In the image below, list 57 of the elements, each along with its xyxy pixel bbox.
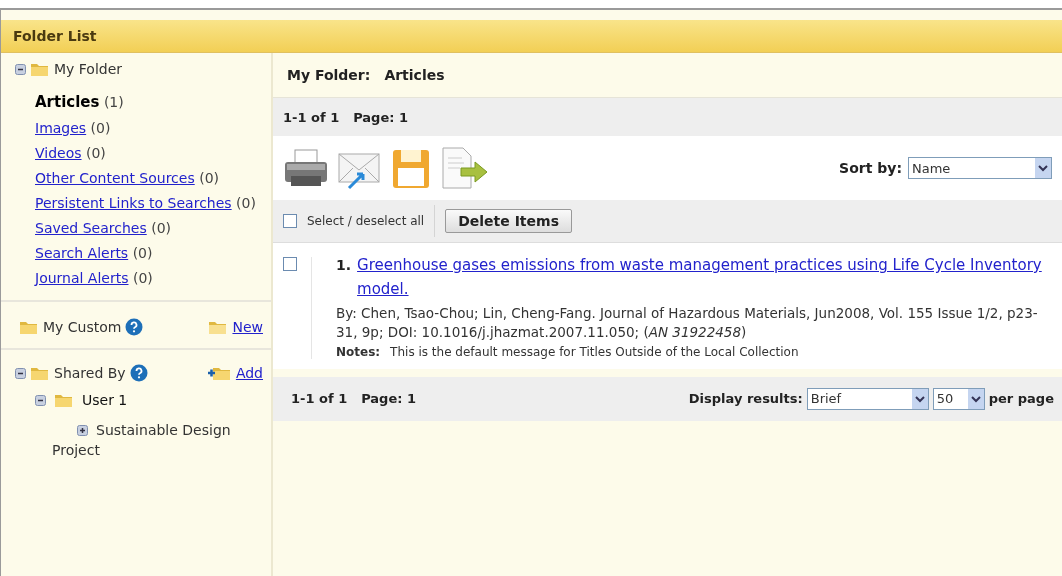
sort-label: Sort by: <box>839 160 902 176</box>
per-page-dropdown[interactable]: 50 <box>932 387 985 410</box>
item-count: (0) <box>86 145 106 161</box>
folder-icon <box>19 319 39 335</box>
per-page-label: per page <box>988 391 1054 407</box>
select-all-checkbox[interactable] <box>283 214 297 228</box>
folder-link[interactable]: Videos <box>35 145 82 161</box>
help-icon[interactable] <box>125 318 144 336</box>
add-link[interactable]: Add <box>235 365 263 381</box>
result-checkbox[interactable] <box>283 257 297 271</box>
result-range: 1-1 of 1 <box>291 391 348 407</box>
select-all-label: Select / deselect all <box>307 214 425 228</box>
page-number: Page: 1 <box>353 109 408 125</box>
result-title-link[interactable]: Greenhouse gases emissions from waste management practices using Life Cycle Inventory model. <box>357 253 1052 301</box>
breadcrumb-value: Articles <box>384 67 445 83</box>
folder-link[interactable]: Journal Alerts <box>35 270 129 286</box>
folder-link[interactable]: Saved Searches <box>35 220 147 236</box>
folder-label[interactable]: My Folder <box>54 61 123 77</box>
project-label[interactable]: Sustainable Design Project <box>52 420 263 461</box>
result-number: 1. <box>336 257 352 275</box>
user-folder-label[interactable]: User 1 <box>82 392 128 408</box>
folder-link[interactable]: Images <box>35 120 87 136</box>
panel-title: Folder List <box>1 20 1062 53</box>
breadcrumb-label: My Folder: <box>287 67 371 83</box>
format-dropdown[interactable]: Brief <box>806 387 929 410</box>
result-citation: By: Chen, Tsao-Chou; Lin, Cheng-Fang. Journal of Hazardous Materials, Jun2008, Vol. 155 Issue 1/2, p23-31, 9p; DOI: 10.1016/j.jhazmat.2007.11.050; (AN 31922458) <box>336 304 1039 342</box>
folder-label[interactable]: My Custom <box>43 319 122 335</box>
expand-icon[interactable] <box>77 425 88 436</box>
collapse-icon[interactable] <box>35 394 46 406</box>
item-count: (0) <box>199 170 219 186</box>
folder-link[interactable]: Articles <box>35 93 100 111</box>
collapse-icon[interactable] <box>15 63 26 75</box>
new-link[interactable]: New <box>232 319 263 335</box>
delete-items-button[interactable]: Delete Items <box>445 209 572 233</box>
item-count: (0) <box>236 195 256 211</box>
item-count: (0) <box>90 120 111 136</box>
item-count: (0) <box>132 270 153 286</box>
item-count: (0) <box>132 245 153 261</box>
page-number: Page: 1 <box>361 391 416 407</box>
folder-icon <box>208 319 229 335</box>
notes-text: This is the default message for Titles Outside of the Local Collection <box>390 344 799 359</box>
item-count: (0) <box>151 220 171 236</box>
sort-dropdown[interactable]: Name <box>908 157 1052 179</box>
folder-icon <box>207 365 232 381</box>
folder-icon <box>30 365 50 381</box>
result-range: 1-1 of 1 <box>283 109 340 125</box>
item-count: (1) <box>103 94 124 110</box>
folder-icon <box>54 392 74 408</box>
notes-label: Notes: <box>336 344 381 359</box>
help-icon[interactable] <box>129 364 148 382</box>
folder-icon <box>30 61 50 77</box>
folder-label[interactable]: Shared By <box>54 365 126 381</box>
display-label: Display results: <box>688 391 803 407</box>
collapse-icon[interactable] <box>15 367 26 379</box>
folder-link[interactable]: Search Alerts <box>35 245 129 261</box>
folder-link[interactable]: Persistent Links to Searches <box>35 195 232 211</box>
folder-link[interactable]: Other Content Sources <box>35 170 195 186</box>
